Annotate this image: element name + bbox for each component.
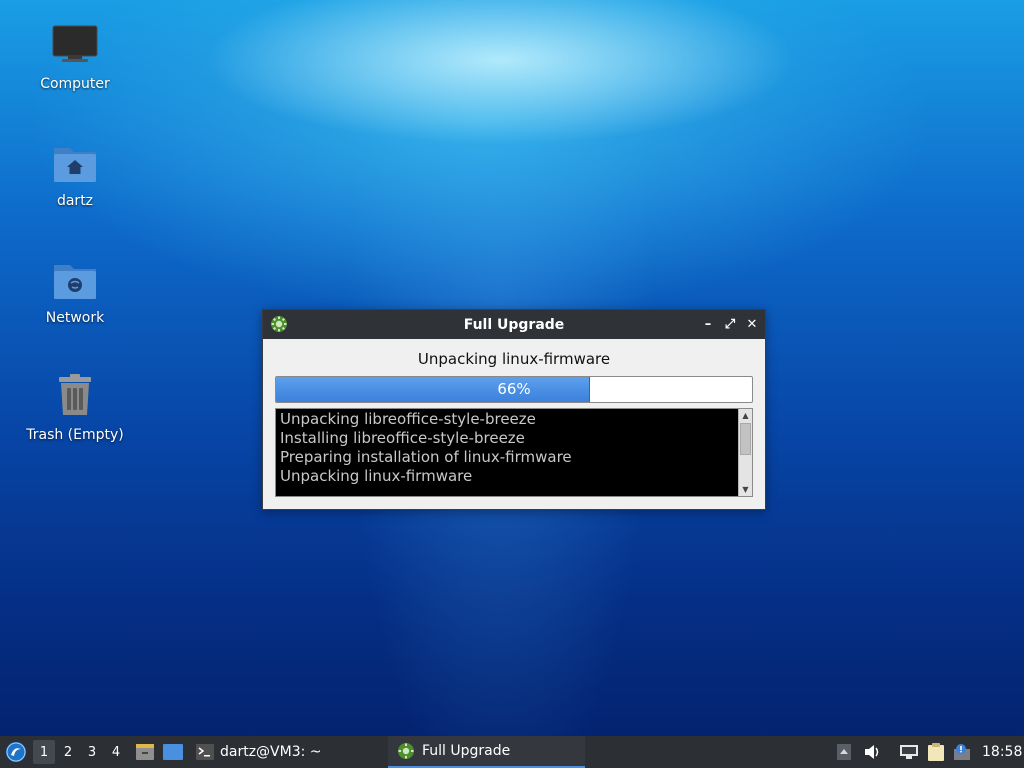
close-button[interactable]: ✕	[745, 317, 759, 332]
workspace-2[interactable]: 2	[57, 740, 79, 764]
volume-control[interactable]	[862, 742, 882, 762]
trash-icon	[59, 374, 91, 415]
upgrade-status-text: Unpacking linux-firmware	[417, 350, 611, 368]
log-lines: Unpacking libreoffice-style-breeze Instal…	[280, 410, 736, 486]
gear-icon	[271, 316, 287, 332]
task-terminal[interactable]: dartz@VM3: ~	[188, 736, 330, 768]
workspace-1[interactable]: 1	[33, 740, 55, 764]
computer-icon	[52, 25, 98, 62]
log-line: Preparing installation of linux-firmware	[280, 448, 572, 466]
start-menu-button[interactable]	[4, 736, 28, 768]
workspace-4[interactable]: 4	[105, 740, 127, 764]
log-line: Unpacking libreoffice-style-breeze	[280, 410, 536, 428]
desktop-icon-label: Trash (Empty)	[26, 427, 124, 443]
minimize-button[interactable]: –	[701, 317, 715, 332]
clipboard-manager[interactable]	[926, 742, 946, 762]
desktop-icon-computer[interactable]: Computer	[20, 22, 130, 92]
clipboard-icon	[928, 743, 944, 761]
tray-expand-button[interactable]	[834, 742, 854, 762]
workspace-3[interactable]: 3	[81, 740, 103, 764]
scroll-thumb[interactable]	[740, 423, 751, 455]
log-line: Unpacking linux-firmware	[280, 467, 473, 485]
log-scrollbar[interactable]: ▲ ▼	[738, 409, 752, 496]
network-wired-icon	[900, 745, 918, 759]
desktop-icon-label: Network	[45, 310, 105, 326]
network-status[interactable]	[899, 742, 919, 762]
gear-icon	[398, 743, 414, 759]
lubuntu-logo-icon	[6, 742, 26, 762]
chevron-up-icon	[837, 744, 851, 760]
volume-icon	[865, 745, 879, 759]
file-manager-launcher[interactable]	[134, 736, 156, 768]
network-folder-icon	[54, 265, 96, 299]
desktop-icon-label: dartz	[56, 193, 94, 209]
show-desktop-button[interactable]	[162, 736, 184, 768]
desktop-icon-home[interactable]: dartz	[20, 139, 130, 209]
update-notification-icon	[954, 744, 970, 760]
dialog-title: Full Upgrade	[463, 316, 565, 333]
upgrade-progress-bar: 66%	[275, 376, 753, 403]
scroll-down-arrow-icon[interactable]: ▼	[739, 483, 752, 496]
log-line: Installing libreoffice-style-breeze	[280, 429, 525, 447]
scroll-up-arrow-icon[interactable]: ▲	[739, 409, 752, 422]
upgrade-log[interactable]: Unpacking libreoffice-style-breeze Instal…	[275, 408, 753, 497]
dialog-titlebar[interactable]: Full Upgrade – ⤢ ✕	[263, 310, 765, 339]
task-full-upgrade[interactable]: Full Upgrade	[388, 736, 585, 768]
maximize-button[interactable]: ⤢	[723, 317, 737, 332]
terminal-icon	[196, 744, 214, 760]
file-cabinet-icon	[136, 744, 154, 760]
progress-label: 66%	[497, 380, 531, 398]
desktop-icon-label: Computer	[40, 76, 110, 92]
desktop-icon-trash[interactable]: Trash (Empty)	[20, 373, 130, 443]
taskbar: 1 2 3 4 dartz@VM3: ~ Full Upgrade 18:58	[0, 736, 1024, 768]
desktop-icon-network[interactable]: Network	[20, 256, 130, 326]
home-folder-icon	[54, 148, 96, 182]
task-label: Full Upgrade	[422, 743, 511, 759]
desktop-icon	[163, 744, 183, 760]
clock[interactable]: 18:58	[982, 736, 1022, 768]
full-upgrade-dialog: Full Upgrade – ⤢ ✕ Unpacking linux-firmw…	[262, 309, 766, 510]
update-notifier[interactable]	[952, 742, 972, 762]
task-label: dartz@VM3: ~	[220, 744, 322, 760]
